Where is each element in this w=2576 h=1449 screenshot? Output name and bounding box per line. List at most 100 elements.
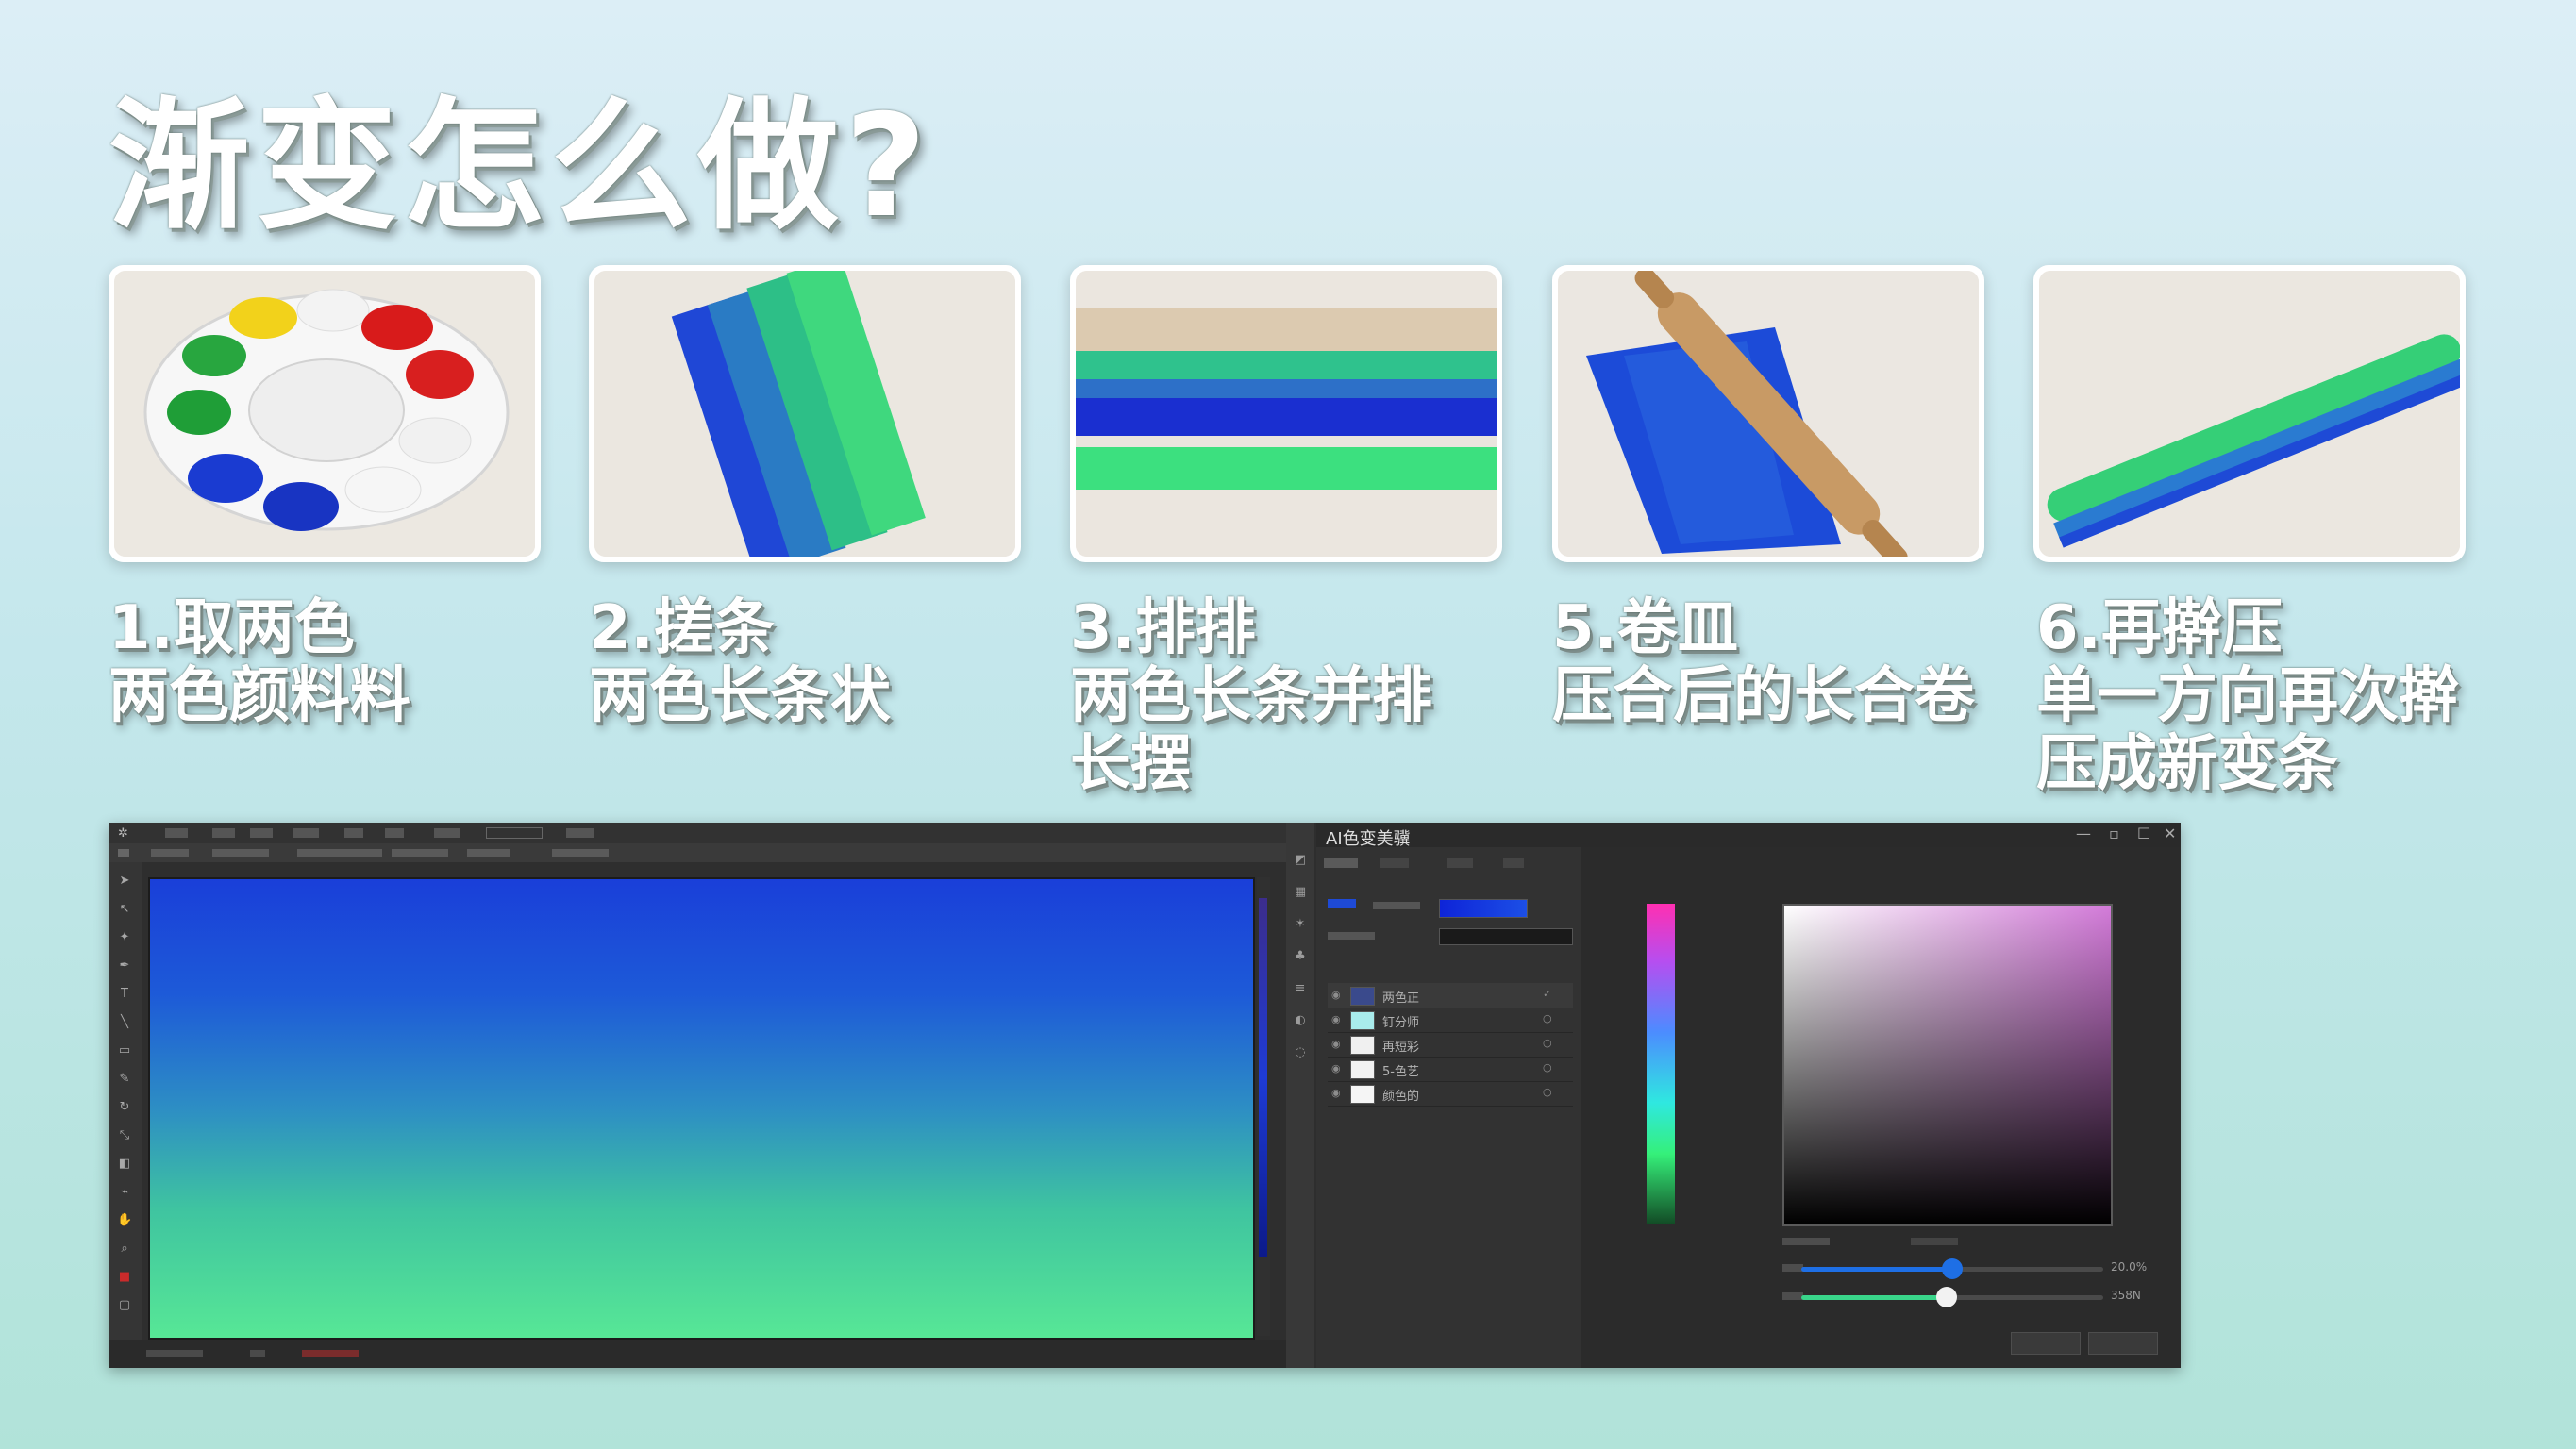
selection-tool-icon[interactable]: ➤ [117,874,132,888]
gradient-canvas[interactable] [148,877,1255,1340]
slider1-track[interactable] [1801,1258,2103,1279]
slider2-track[interactable] [1801,1287,2103,1307]
brushes-panel-icon[interactable]: ✶ [1293,917,1308,932]
slider1-value: 20.0% [2111,1260,2148,1274]
layer-row[interactable]: ◉ 钉分师 ○ [1328,1008,1573,1033]
option-field-2[interactable] [212,849,269,857]
layer-name: 钉分师 [1382,1016,1420,1030]
mode-sub-label [1911,1238,1958,1245]
menu-item-select[interactable] [344,828,363,838]
ok-button[interactable] [2088,1332,2158,1355]
option-field-4[interactable] [392,849,448,857]
gradient-tool-icon[interactable]: ◧ [117,1157,132,1171]
paint-strips-image [594,271,1015,557]
slider1-knob[interactable] [1942,1258,1963,1279]
close-icon[interactable]: ✕ [2164,824,2176,842]
cancel-button[interactable] [2011,1332,2081,1355]
visibility-icon[interactable]: ◉ [1331,1013,1341,1025]
step-caption-6: 6.再擀压 单一方向再次擀 压成新变条 [2036,593,2459,799]
option-field-3[interactable] [297,849,382,857]
menu-item-effect[interactable] [385,828,404,838]
end-color-bar[interactable] [1439,928,1573,945]
option-field-1[interactable] [151,849,189,857]
menu-item-window[interactable] [566,828,594,838]
hand-tool-icon[interactable]: ✋ [117,1213,132,1227]
swatches-panel-icon[interactable]: ▦ [1293,885,1308,900]
layer-name: 颜色的 [1382,1090,1420,1104]
rectangle-tool-icon[interactable]: ▭ [117,1043,132,1058]
slider2-knob[interactable] [1935,1287,1957,1307]
layer-dot-icon: ○ [1543,1037,1552,1049]
option-field-5[interactable] [467,849,510,857]
direct-select-tool-icon[interactable]: ↖ [117,902,132,916]
slider2-label [1782,1292,1803,1300]
layer-name: 5-色艺 [1382,1065,1419,1079]
restore-icon[interactable]: ▫ [2109,824,2119,842]
paint-palette-image [114,271,535,557]
type-tool-icon[interactable]: T [117,987,132,1001]
tools-panel: ➤ ↖ ✦ ✒ T ╲ ▭ ✎ ↻ ⤡ ◧ ⌁ ✋ ⌕ ■ ▢ [109,862,142,1340]
slider2-value: 358N [2111,1289,2141,1302]
rotate-tool-icon[interactable]: ↻ [117,1100,132,1114]
line-tool-icon[interactable]: ╲ [117,1015,132,1029]
brush-tool-icon[interactable]: ✎ [117,1072,132,1086]
zoom-tool-icon[interactable]: ⌕ [117,1241,132,1256]
menu-bar: ✲ [109,823,1299,843]
eyedropper-tool-icon[interactable]: ⌁ [117,1185,132,1199]
option-tool-icon[interactable] [118,849,129,857]
visibility-icon[interactable]: ◉ [1331,1038,1341,1050]
workspace-field[interactable] [486,827,543,839]
saturation-value-area[interactable] [1784,906,2111,1224]
tab-more[interactable] [1503,858,1524,868]
pen-tool-icon[interactable]: ✒ [117,958,132,973]
menu-item-edit[interactable] [212,828,235,838]
minimize-icon[interactable]: — [2076,824,2091,842]
hue-slider[interactable] [1647,904,1675,1224]
tab-style[interactable] [1447,858,1473,868]
menu-item-file[interactable] [165,828,188,838]
type-label [1373,902,1420,909]
start-color-bar[interactable] [1439,899,1528,918]
zoom-readout[interactable] [146,1350,203,1357]
layer-name: 两色正 [1382,991,1420,1006]
fill-stroke-icon[interactable]: ■ [117,1270,132,1284]
step-caption-3: 3.排排 两色长条并排 长摆 [1070,593,1432,799]
layer-row[interactable]: ◉ 再短彩 ○ [1328,1032,1573,1058]
symbols-panel-icon[interactable]: ♣ [1293,949,1308,964]
menu-item-view[interactable] [434,828,460,838]
slider2-fill [1801,1295,1947,1300]
visibility-icon[interactable]: ◉ [1331,989,1341,1001]
option-field-6[interactable] [552,849,609,857]
layer-row[interactable]: ◉ 两色正 ✓ [1328,983,1573,1008]
color-field[interactable] [1782,904,2113,1226]
layer-name: 再短彩 [1382,1041,1420,1055]
type-gradient-icon[interactable] [1328,899,1356,908]
visibility-icon[interactable]: ◉ [1331,1087,1341,1099]
menu-item-object[interactable] [250,828,273,838]
menu-item-type[interactable] [293,828,319,838]
tab-blend[interactable] [1380,858,1409,868]
color-panel-icon[interactable]: ◩ [1293,853,1308,868]
check-icon[interactable]: ✓ [1543,988,1551,1000]
layer-dot-icon: ○ [1543,1086,1552,1098]
artboard-nav[interactable] [250,1350,265,1357]
magic-wand-tool-icon[interactable]: ✦ [117,930,132,944]
step-photo-reroll [2033,265,2466,562]
visibility-icon[interactable]: ◉ [1331,1062,1341,1074]
layer-row[interactable]: ◉ 颜色的 ○ [1328,1081,1573,1107]
scale-tool-icon[interactable]: ⤡ [117,1128,132,1142]
step-caption-2: 2.搓条 两色长条状 [589,593,891,731]
step-photo-rolling [1552,265,1984,562]
tab-gradient[interactable] [1324,858,1358,868]
transparency-panel-icon[interactable]: ◌ [1293,1045,1308,1060]
layers-panel-icon[interactable]: ≡ [1293,981,1308,996]
screen-mode-icon[interactable]: ▢ [117,1298,132,1312]
layer-row[interactable]: ◉ 5-色艺 ○ [1328,1057,1573,1082]
step-photo-strips [589,265,1021,562]
gradient-panel-icon[interactable]: ◐ [1293,1013,1308,1028]
rolling-pin-image [1558,271,1979,557]
maximize-icon[interactable]: ☐ [2137,824,2150,842]
layer-swatch [1350,987,1375,1006]
slider1-fill [1801,1267,1952,1272]
layer-swatch [1350,1060,1375,1079]
